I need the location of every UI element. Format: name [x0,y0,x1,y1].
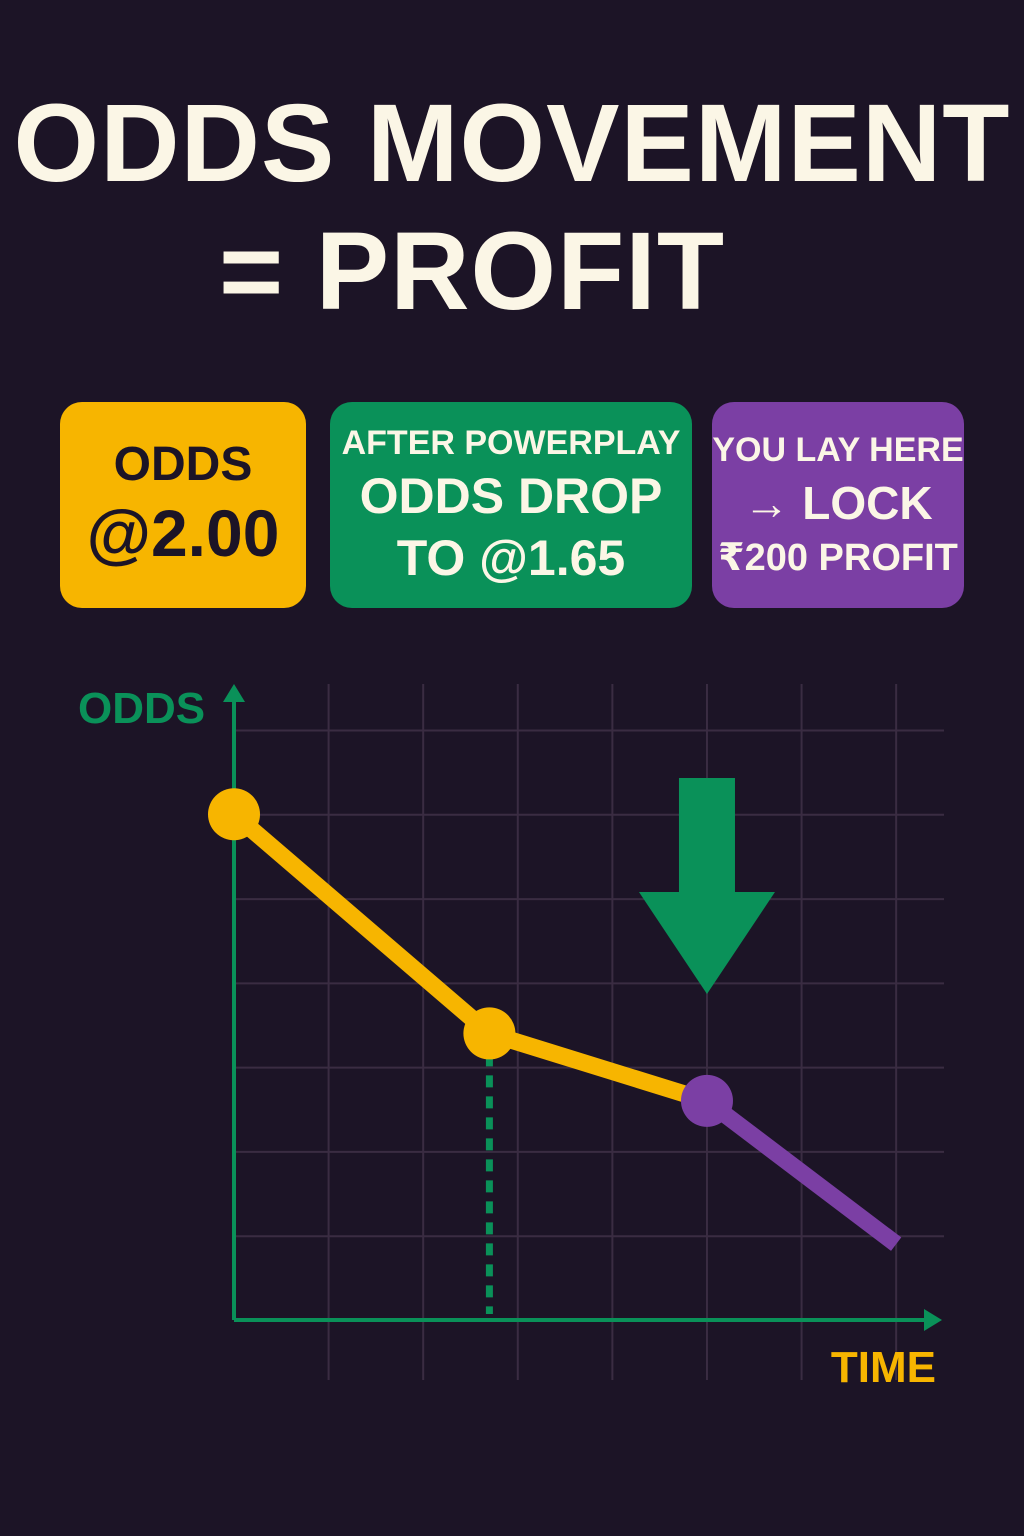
odds-drop-card: AFTER POWERPLAY ODDS DROP TO @1.65 [330,402,692,608]
odds-card-value: @2.00 [86,496,280,570]
odds-drop-card-line-3: TO @1.65 [396,530,626,586]
chart-grid [234,684,944,1380]
lay-profit-card-line-1: YOU LAY HERE [712,431,964,469]
data-point-1 [208,788,260,841]
data-point-2 [463,1007,516,1060]
title-line-2: = PROFIT [218,210,726,333]
lay-profit-card-line-2: → LOCK [743,477,933,529]
chart-series [228,807,902,1251]
odds-card-label: ODDS [113,438,253,491]
chart-axes [223,684,942,1331]
data-point-3 [680,1074,733,1127]
series-line-1 [228,807,710,1109]
lay-profit-card-line-3: ₹200 PROFIT [718,537,958,579]
y-axis-arrowhead [223,684,245,702]
y-axis-label: ODDS [78,684,205,733]
odds-drop-card-line-1: AFTER POWERPLAY [341,424,681,462]
odds-drop-card-line-2: ODDS DROP [359,468,663,524]
x-axis-arrowhead [924,1309,942,1331]
x-axis-label: TIME [831,1343,936,1392]
down-arrow-icon [638,778,775,994]
page-title: ODDS MOVEMENT = PROFIT [0,80,1024,336]
lay-profit-card: YOU LAY HERE → LOCK ₹200 PROFIT [712,402,964,608]
odds-chart: ODDS TIME [78,684,944,1392]
title-line-1: ODDS MOVEMENT [13,82,1011,205]
odds-card: ODDS @2.00 [60,402,306,608]
